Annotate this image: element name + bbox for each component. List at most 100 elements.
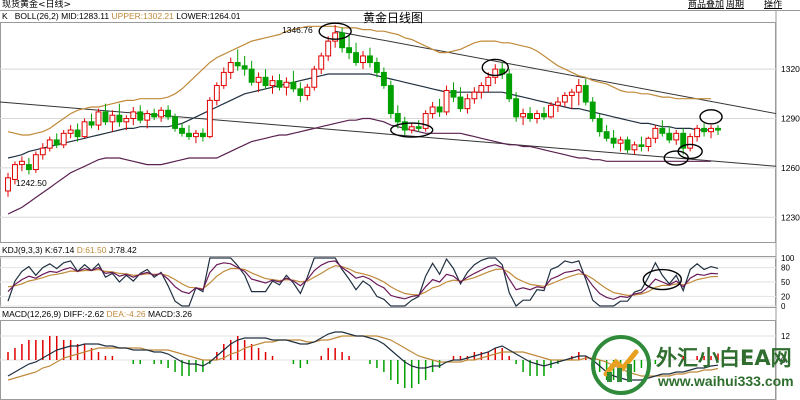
candle-body-down xyxy=(165,109,172,118)
candle-body-up xyxy=(39,147,46,156)
candle-body-down xyxy=(596,118,603,133)
candle-body-down xyxy=(541,113,547,118)
upper-trendline xyxy=(335,30,777,115)
candle-body-up xyxy=(227,62,234,73)
price-tick-label: 1320 xyxy=(781,64,800,74)
candle-body-up xyxy=(123,118,130,123)
candle-body-down xyxy=(610,137,617,144)
candle-body-down xyxy=(137,111,144,121)
candle-body-down xyxy=(394,113,401,123)
price-tick-label: 1260 xyxy=(781,163,800,173)
annotation-ellipse xyxy=(699,109,723,125)
watermark: 外汇小白EA网 www.waihui333.com xyxy=(586,328,800,400)
candle-body-down xyxy=(186,132,192,138)
candle-body-up xyxy=(575,85,582,93)
candle-body-up xyxy=(534,113,540,120)
candle-body-down xyxy=(290,81,297,90)
candle-body-up xyxy=(32,154,39,171)
candle-body-down xyxy=(25,164,32,171)
candle-body-down xyxy=(199,132,206,138)
candle-body-down xyxy=(387,85,394,115)
candle-body-up xyxy=(708,127,714,133)
candle-body-up xyxy=(694,127,701,138)
candle-body-up xyxy=(561,94,568,103)
candle-body-down xyxy=(276,80,283,88)
watermark-brand: 外汇小白EA网 xyxy=(656,346,792,370)
candle-body-up xyxy=(5,177,11,192)
kdj-tick-label: 20 xyxy=(781,292,790,301)
price-tick-label: 1230 xyxy=(781,212,800,222)
annotation-ellipses xyxy=(318,22,723,166)
candle-body-up xyxy=(130,111,137,120)
candle-body-up xyxy=(645,137,652,147)
candle-body-up xyxy=(485,76,492,87)
candle-body-up xyxy=(95,111,102,126)
candle-body-down xyxy=(666,132,673,141)
candle-body-up xyxy=(631,144,638,151)
candle-body-down xyxy=(53,139,60,146)
candle-body-down xyxy=(582,85,589,103)
candle-body-down xyxy=(248,68,255,83)
candle-body-up xyxy=(213,85,220,101)
axis-ticks: 13201290126012301008050200120 xyxy=(781,64,800,365)
candle-body-down xyxy=(513,98,520,118)
candle-body-down xyxy=(373,62,380,73)
candle-body-down xyxy=(624,139,631,151)
candle-body-down xyxy=(527,113,533,120)
candle-body-up xyxy=(617,139,624,144)
candle-body-up xyxy=(360,55,366,64)
candle-body-down xyxy=(74,129,81,138)
candle-body-down xyxy=(659,127,666,134)
candle-body-down xyxy=(436,106,443,113)
candle-body-up xyxy=(60,132,67,146)
candle-body-down xyxy=(241,65,248,70)
watermark-logo-icon xyxy=(591,335,651,395)
candle-body-up xyxy=(471,91,478,100)
candlesticks xyxy=(5,25,721,197)
candle-body-down xyxy=(701,127,708,133)
candle-body-down xyxy=(589,101,596,120)
candle-body-up xyxy=(548,104,554,118)
candle-body-up xyxy=(673,132,680,141)
candle-body-down xyxy=(172,116,178,129)
candle-body-up xyxy=(422,113,429,129)
candle-body-down xyxy=(346,47,353,54)
price-tick-label: 1290 xyxy=(781,114,800,124)
watermark-url: www.waihui333.com xyxy=(658,373,794,389)
kdj-tick-label: 80 xyxy=(781,264,790,273)
candle-body-up xyxy=(255,76,262,83)
candle-body-up xyxy=(443,90,450,113)
candle-body-up xyxy=(67,129,74,134)
candle-body-up xyxy=(109,114,116,123)
candle-body-down xyxy=(380,71,387,87)
candle-body-up xyxy=(429,106,436,115)
kdj-k-line xyxy=(7,260,719,300)
candle-body-down xyxy=(450,90,457,98)
candle-body-up xyxy=(283,81,290,88)
candle-body-down xyxy=(367,55,373,64)
candle-body-down xyxy=(116,114,123,123)
kdj-annotation-ellipse xyxy=(642,268,683,291)
chart-window: 现货黄金<日线> 商品叠加 周期 操作 K BOLL(26,2) MID:128… xyxy=(0,0,800,400)
candle-body-down xyxy=(88,121,95,126)
candle-body-down xyxy=(457,96,464,110)
candle-body-down xyxy=(297,88,304,96)
candle-body-down xyxy=(638,144,645,147)
candle-body-up xyxy=(158,109,165,118)
candle-body-down xyxy=(151,113,158,118)
kdj-tick-label: 100 xyxy=(781,254,795,263)
low-price-label: 1242.50 xyxy=(16,178,47,188)
candle-body-down xyxy=(262,76,269,87)
high-price-label: 1346.76 xyxy=(282,25,313,35)
candle-body-down xyxy=(506,73,513,100)
candle-body-down xyxy=(339,32,346,49)
candle-body-down xyxy=(353,52,359,64)
candle-body-down xyxy=(234,62,241,67)
kdj-tick-label: 50 xyxy=(781,278,790,287)
candle-body-up xyxy=(193,132,199,138)
candle-body-down xyxy=(102,111,109,123)
candle-body-down xyxy=(715,127,721,131)
candle-body-up xyxy=(520,113,527,118)
candle-body-up xyxy=(568,91,575,96)
candle-body-up xyxy=(478,85,485,93)
